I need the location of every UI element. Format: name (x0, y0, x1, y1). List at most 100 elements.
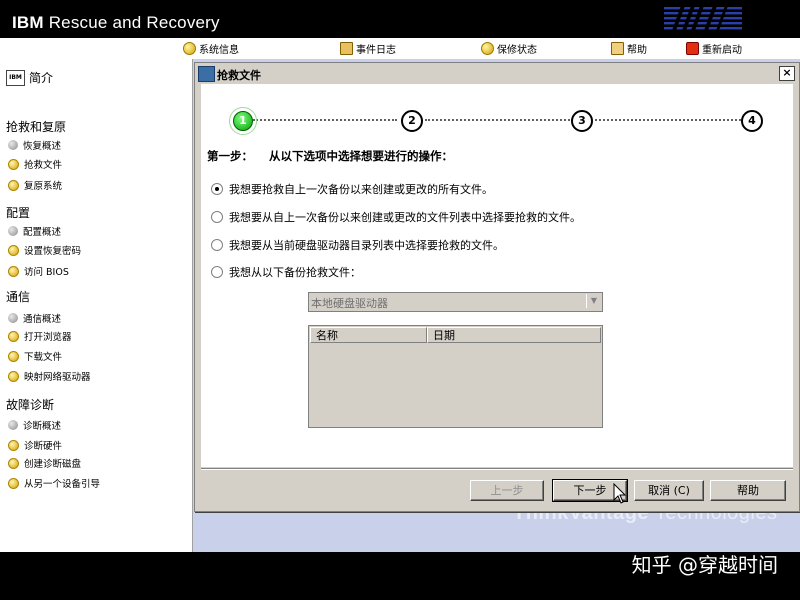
warranty-icon (481, 42, 494, 55)
step-heading: 第一步： 从以下选项中选择想要进行的操作： (207, 148, 453, 164)
step-connector (425, 119, 570, 121)
event-log-icon (340, 42, 353, 55)
sidebar-item-label: 从另一个设备引导 (24, 479, 101, 490)
backup-list[interactable]: 名称 日期 (308, 325, 603, 428)
sidebar-intro-label: 简介 (29, 71, 54, 85)
column-header-name[interactable]: 名称 (310, 327, 427, 343)
sidebar-item-recovery-overview[interactable]: 恢复概述 (8, 138, 61, 152)
sidebar-item-label: 访问 BIOS (24, 267, 69, 278)
sidebar-item-label: 下载文件 (24, 352, 63, 363)
restart-icon (686, 42, 699, 55)
help-button[interactable]: 帮助 (710, 480, 786, 501)
task-icon (8, 457, 19, 469)
task-icon (8, 265, 19, 277)
dialog-title-bar[interactable]: 抢救文件 × (195, 63, 799, 83)
option-select-from-changed[interactable]: 我想要从自上一次备份以来创建或更改的文件列表中选择要抢救的文件。 (211, 209, 581, 225)
toolbar-label: 保修状态 (497, 45, 537, 56)
section-config-title: 配置 (6, 206, 31, 220)
toolbar-system-info[interactable]: 系统信息 (183, 41, 239, 56)
back-button[interactable]: 上一步 (470, 480, 544, 501)
overview-icon (8, 226, 18, 236)
toolbar-label: 系统信息 (199, 45, 239, 56)
task-icon (8, 370, 19, 382)
chevron-down-icon[interactable]: ▼ (586, 294, 601, 308)
rescue-icon (198, 66, 215, 82)
sidebar-item-label: 设置恢复密码 (24, 246, 82, 257)
column-header-date[interactable]: 日期 (427, 327, 601, 343)
radio-button[interactable] (211, 266, 223, 278)
toolbar-label: 帮助 (627, 45, 647, 56)
sidebar-item-set-password[interactable]: 设置恢复密码 (8, 243, 81, 257)
sidebar-item-label: 通信概述 (23, 314, 62, 325)
toolbar-restart[interactable]: 重新启动 (686, 41, 742, 56)
close-icon[interactable]: × (779, 66, 795, 81)
toolbar-warranty[interactable]: 保修状态 (481, 41, 537, 56)
step-heading-text: 从以下选项中选择想要进行的操作： (269, 149, 453, 163)
step-heading-label: 第一步： (207, 149, 253, 163)
ibm-icon: IBM (6, 69, 25, 86)
backup-drive-select[interactable]: 本地硬盘驱动器 ▼ (308, 292, 603, 312)
sidebar-item-label: 配置概述 (23, 227, 62, 238)
option-from-backup[interactable]: 我想从以下备份抢救文件： (211, 264, 361, 280)
toolbar-label: 重新启动 (702, 45, 742, 56)
step-connector (595, 119, 741, 121)
task-icon (8, 330, 19, 342)
sidebar-item-label: 复原系统 (24, 181, 63, 192)
sidebar-intro[interactable]: IBM 简介 (6, 69, 53, 86)
sidebar-item-rescue-files[interactable]: 抢救文件 (8, 157, 62, 171)
option-label: 我想要从当前硬盘驱动器目录列表中选择要抢救的文件。 (229, 239, 504, 252)
option-label: 我想要从自上一次备份以来创建或更改的文件列表中选择要抢救的文件。 (229, 211, 581, 224)
sidebar-item-label: 映射网络驱动器 (24, 372, 91, 383)
option-select-from-drive[interactable]: 我想要从当前硬盘驱动器目录列表中选择要抢救的文件。 (211, 237, 504, 253)
dialog-title: 抢救文件 (217, 69, 261, 82)
task-icon (8, 350, 19, 362)
system-info-icon (183, 42, 196, 55)
wizard-stepper: 1 2 3 4 (229, 107, 763, 135)
sidebar-item-create-disk[interactable]: 创建诊断磁盘 (8, 456, 81, 470)
task-icon (8, 439, 19, 451)
overview-icon (8, 140, 18, 150)
sidebar-item-label: 抢救文件 (24, 160, 63, 171)
sidebar-item-label: 创建诊断磁盘 (24, 459, 82, 470)
section-rescue-title: 抢救和复原 (6, 120, 67, 134)
step-1-indicator: 1 (229, 107, 257, 135)
toolbar-help[interactable]: 帮助 (611, 41, 647, 56)
divider (201, 468, 793, 470)
sidebar-item-comm-overview[interactable]: 通信概述 (8, 311, 61, 325)
dialog-content: 1 2 3 4 第一步： 从以下选项中选择想要进行的操作： 我想要抢救自上一次备份… (201, 84, 793, 467)
task-icon (8, 158, 19, 170)
sidebar-item-restore-system[interactable]: 复原系统 (8, 178, 62, 192)
sidebar-item-diag-overview[interactable]: 诊断概述 (8, 418, 61, 432)
sidebar-item-open-browser[interactable]: 打开浏览器 (8, 329, 72, 343)
sidebar-item-label: 恢复概述 (23, 141, 62, 152)
task-icon (8, 477, 19, 489)
overview-icon (8, 420, 18, 430)
sidebar-item-label: 诊断硬件 (24, 441, 63, 452)
option-label: 我想从以下备份抢救文件： (229, 266, 361, 279)
sidebar-item-boot-other[interactable]: 从另一个设备引导 (8, 476, 100, 490)
radio-button[interactable] (211, 239, 223, 251)
step-3-indicator: 3 (571, 110, 593, 132)
overview-icon (8, 313, 18, 323)
task-icon (8, 179, 19, 191)
step-2-indicator: 2 (401, 110, 423, 132)
radio-button[interactable] (211, 211, 223, 223)
sidebar-item-config-overview[interactable]: 配置概述 (8, 224, 61, 238)
toolbar-event-log[interactable]: 事件日志 (340, 41, 396, 56)
section-comm-title: 通信 (6, 290, 31, 304)
sidebar-item-map-drive[interactable]: 映射网络驱动器 (8, 369, 91, 383)
ibm-logo (664, 5, 742, 35)
toolbar: 系统信息 事件日志 保修状态 帮助 重新启动 (0, 38, 800, 60)
help-icon (611, 42, 624, 55)
app-title: IBM Rescue and Recovery (12, 13, 220, 32)
active-step-ring (229, 107, 257, 135)
sidebar-item-access-bios[interactable]: 访问 BIOS (8, 264, 69, 278)
option-all-changed[interactable]: 我想要抢救自上一次备份以来创建或更改的所有文件。 (211, 181, 493, 197)
toolbar-label: 事件日志 (356, 45, 396, 56)
sidebar-item-download-files[interactable]: 下载文件 (8, 349, 62, 363)
radio-button[interactable] (211, 183, 223, 195)
task-icon (8, 244, 19, 256)
cancel-button[interactable]: 取消 (C) (634, 480, 704, 501)
sidebar-item-diag-hardware[interactable]: 诊断硬件 (8, 438, 62, 452)
mouse-cursor-icon (613, 483, 627, 504)
